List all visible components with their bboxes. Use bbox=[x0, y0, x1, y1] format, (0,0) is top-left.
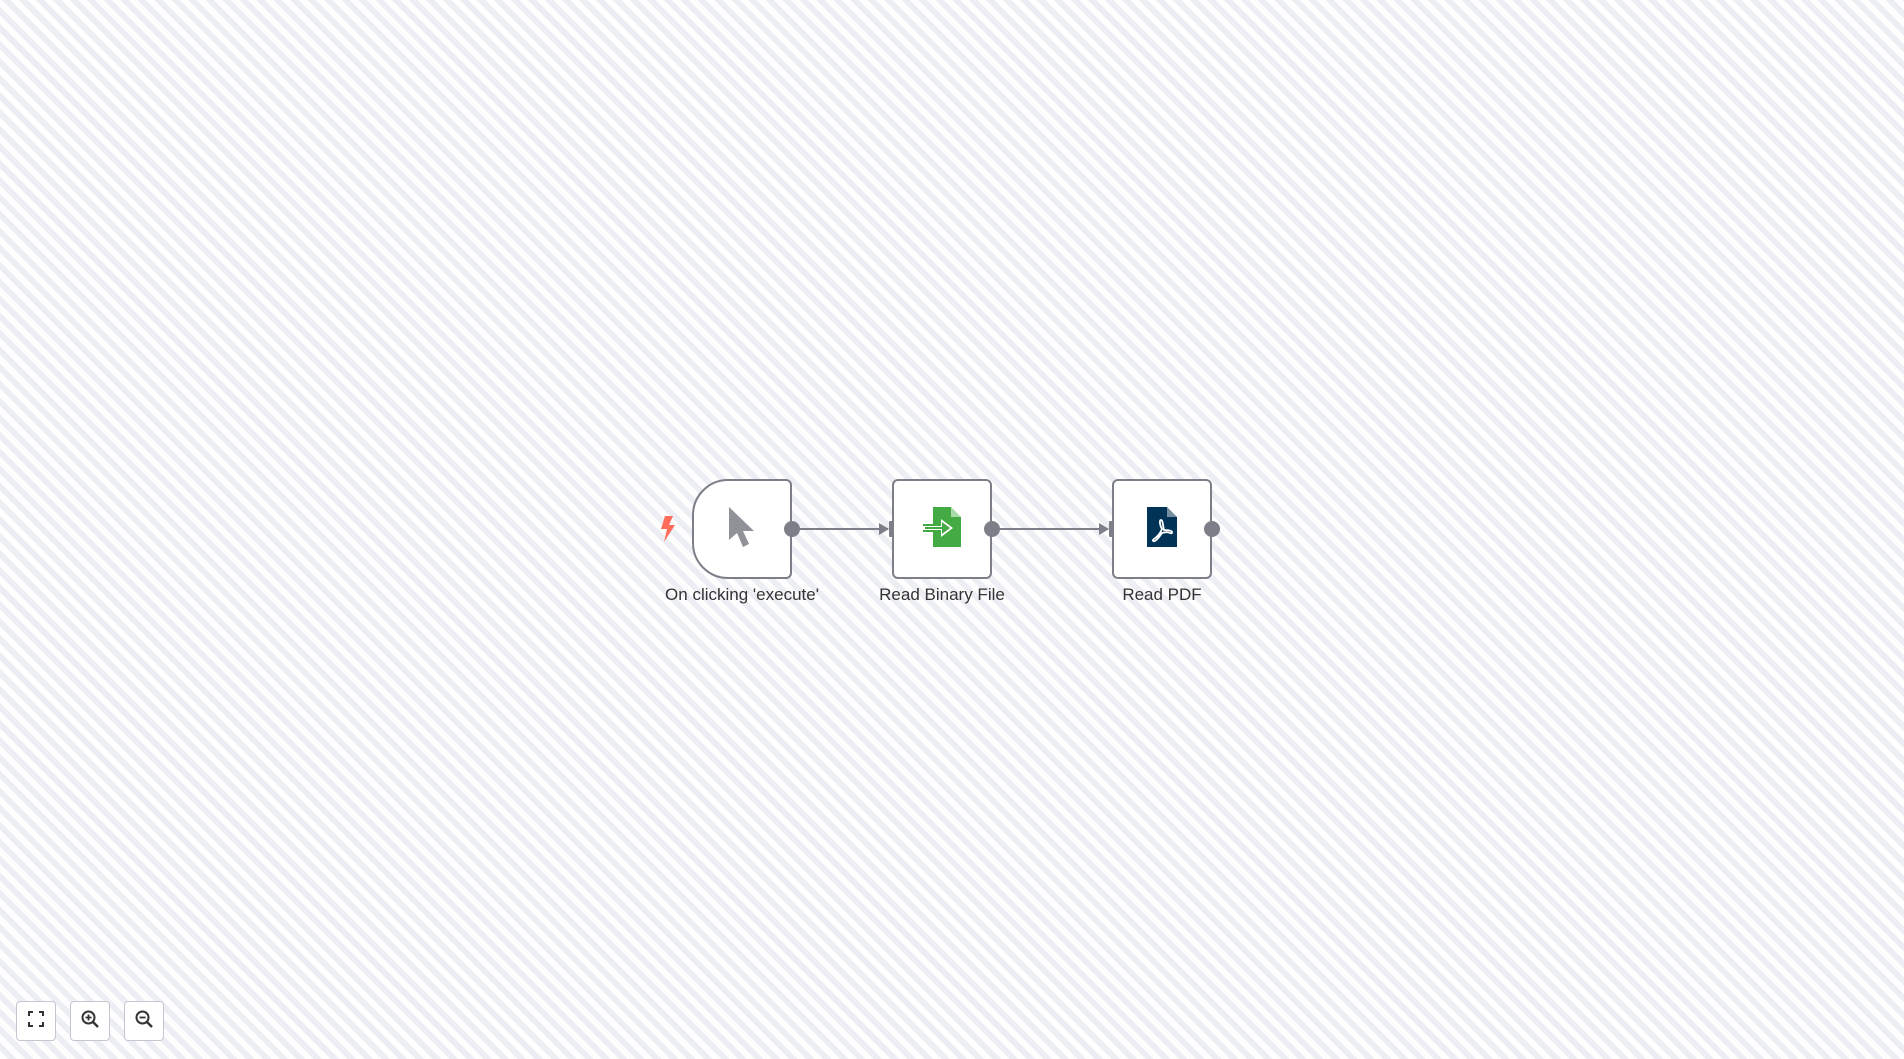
fit-view-icon bbox=[28, 1010, 44, 1032]
node-read-binary-file-output-handle[interactable] bbox=[984, 521, 1000, 537]
workflow-canvas[interactable]: On clicking 'execute' Read Binary File R… bbox=[0, 0, 1904, 1059]
zoom-out-button[interactable] bbox=[124, 1001, 164, 1041]
trigger-bolt-icon bbox=[660, 516, 676, 547]
arrowhead-read-binary bbox=[879, 523, 889, 535]
node-read-binary-file-label: Read Binary File bbox=[879, 585, 1005, 604]
node-read-pdf[interactable] bbox=[1112, 479, 1212, 579]
zoom-out-icon bbox=[135, 1010, 153, 1033]
node-read-binary-file[interactable] bbox=[892, 479, 992, 579]
cursor-pointer-icon bbox=[727, 506, 757, 553]
node-manual-trigger-output-handle[interactable] bbox=[784, 521, 800, 537]
node-read-pdf-output-handle[interactable] bbox=[1204, 521, 1220, 537]
file-import-icon bbox=[921, 506, 963, 553]
node-manual-trigger[interactable] bbox=[692, 479, 792, 579]
zoom-in-icon bbox=[81, 1010, 99, 1033]
fit-view-button[interactable] bbox=[16, 1001, 56, 1041]
node-read-pdf-label: Read PDF bbox=[1122, 585, 1202, 604]
node-manual-trigger-label: On clicking 'execute' bbox=[665, 585, 819, 604]
zoom-in-button[interactable] bbox=[70, 1001, 110, 1041]
pdf-file-icon bbox=[1146, 506, 1178, 553]
arrowhead-read-pdf bbox=[1099, 523, 1109, 535]
